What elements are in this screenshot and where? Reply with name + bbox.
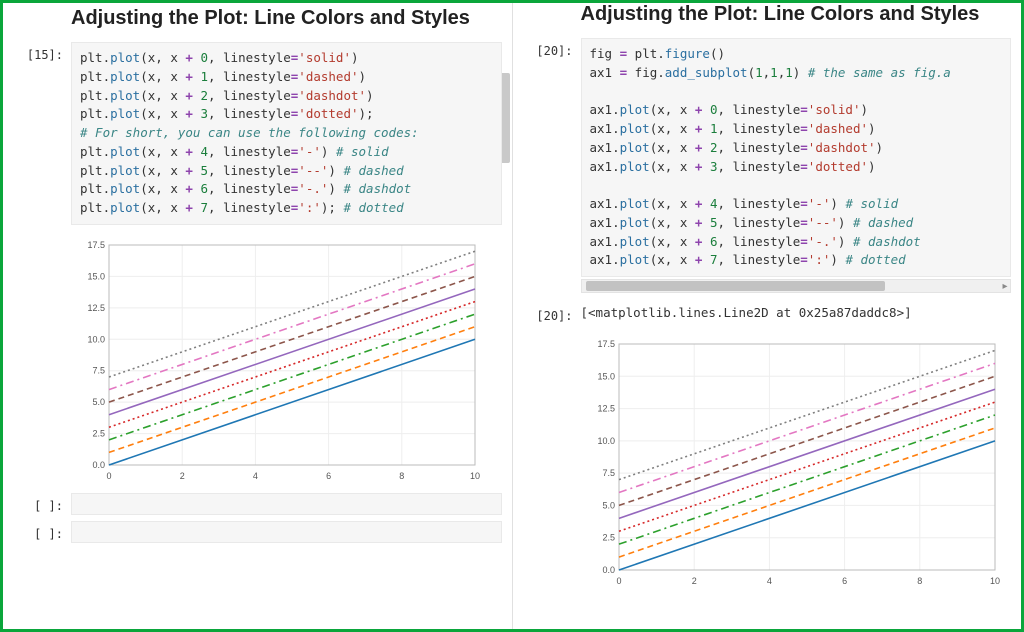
svg-text:15.0: 15.0: [87, 271, 105, 281]
empty-code-cell[interactable]: [ ]:: [17, 521, 502, 543]
code-editor[interactable]: plt.plot(x, x + 0, linestyle='solid') pl…: [71, 42, 502, 225]
in-prompt-empty: [ ]:: [17, 521, 71, 541]
svg-text:4: 4: [253, 471, 258, 481]
svg-text:12.5: 12.5: [597, 404, 615, 414]
svg-text:7.5: 7.5: [602, 468, 615, 478]
code-editor[interactable]: fig = plt.figure() ax1 = fig.add_subplot…: [581, 38, 1012, 277]
svg-text:2: 2: [691, 576, 696, 586]
svg-text:15.0: 15.0: [597, 371, 615, 381]
out-prompt: [20]:: [527, 303, 581, 323]
in-prompt: [20]:: [527, 38, 581, 58]
svg-text:8: 8: [917, 576, 922, 586]
svg-text:17.5: 17.5: [597, 339, 615, 349]
svg-text:4: 4: [766, 576, 771, 586]
code-cell[interactable]: [20]: fig = plt.figure() ax1 = fig.add_s…: [527, 38, 1012, 293]
output-cell: [20]: [<matplotlib.lines.Line2D at 0x25a…: [527, 303, 1012, 592]
code-editor-empty[interactable]: [71, 493, 502, 515]
svg-text:5.0: 5.0: [602, 500, 615, 510]
svg-text:0.0: 0.0: [602, 565, 615, 575]
section-heading: Adjusting the Plot: Line Colors and Styl…: [527, 3, 1012, 32]
svg-text:6: 6: [842, 576, 847, 586]
svg-text:10.0: 10.0: [87, 334, 105, 344]
output-plot: 0.0 2.5 5.0 7.5 10.0 12.5 15.0 17.5 0 2 4 6 8 10: [581, 338, 1012, 592]
code-cell[interactable]: [15]: plt.plot(x, x + 0, linestyle='soli…: [17, 42, 502, 487]
svg-text:12.5: 12.5: [87, 303, 105, 313]
output-plot: 0.0 2.5 5.0 7.5 10.0 12.5 15.0 17.5 0 2 4 6 8 10: [71, 239, 502, 487]
horizontal-scrollbar[interactable]: ▸: [581, 279, 1012, 293]
svg-text:0: 0: [106, 471, 111, 481]
svg-text:2: 2: [180, 471, 185, 481]
svg-text:6: 6: [326, 471, 331, 481]
output-text: [<matplotlib.lines.Line2D at 0x25a87dadd…: [581, 303, 1012, 324]
svg-text:5.0: 5.0: [92, 397, 105, 407]
section-heading: Adjusting the Plot: Line Colors and Styl…: [17, 3, 502, 36]
svg-text:10: 10: [470, 471, 480, 481]
notebook-left-pane[interactable]: Adjusting the Plot: Line Colors and Styl…: [3, 3, 513, 629]
app-frame: { "left": { "title": "Adjusting the Plot…: [0, 0, 1024, 632]
svg-text:2.5: 2.5: [92, 428, 105, 438]
svg-text:10.0: 10.0: [597, 436, 615, 446]
svg-text:0.0: 0.0: [92, 460, 105, 470]
scroll-right-icon[interactable]: ▸: [1000, 281, 1010, 292]
in-prompt: [15]:: [17, 42, 71, 62]
svg-text:10: 10: [989, 576, 999, 586]
svg-text:7.5: 7.5: [92, 365, 105, 375]
notebook-right-pane[interactable]: Adjusting the Plot: Line Colors and Styl…: [513, 3, 1022, 629]
svg-text:17.5: 17.5: [87, 240, 105, 250]
svg-text:2.5: 2.5: [602, 533, 615, 543]
empty-code-cell[interactable]: [ ]:: [17, 493, 502, 515]
svg-text:8: 8: [399, 471, 404, 481]
svg-text:0: 0: [616, 576, 621, 586]
scrollbar-thumb[interactable]: [586, 281, 886, 291]
in-prompt-empty: [ ]:: [17, 493, 71, 513]
code-editor-empty[interactable]: [71, 521, 502, 543]
